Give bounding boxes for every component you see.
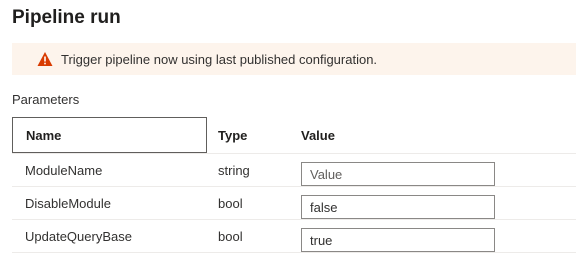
parameter-name: UpdateQueryBase [25, 228, 132, 244]
parameter-name: ModuleName [25, 162, 103, 178]
parameter-value-input[interactable] [301, 195, 495, 219]
parameter-type: bool [218, 195, 243, 211]
parameter-type: string [218, 162, 250, 178]
table-row: ModuleName string [12, 154, 576, 187]
pipeline-run-panel: Pipeline run Trigger pipeline now using … [0, 0, 588, 273]
warning-icon [37, 51, 53, 67]
table-row: DisableModule bool [12, 187, 576, 220]
page-title: Pipeline run [12, 7, 121, 28]
parameter-value-input[interactable] [301, 228, 495, 252]
table-header-row: Name Type Value [12, 117, 576, 154]
parameter-name: DisableModule [25, 195, 111, 211]
parameter-type: bool [218, 228, 243, 244]
warning-banner-text: Trigger pipeline now using last publishe… [61, 51, 378, 67]
column-header-type[interactable]: Type [218, 117, 247, 153]
column-header-value[interactable]: Value [301, 117, 335, 153]
parameters-label: Parameters [12, 92, 80, 107]
column-header-name[interactable]: Name [12, 117, 207, 153]
warning-banner: Trigger pipeline now using last publishe… [12, 43, 576, 75]
table-row: UpdateQueryBase bool [12, 220, 576, 253]
parameters-table: Name Type Value ModuleName string Disabl… [12, 117, 576, 253]
parameter-value-input[interactable] [301, 162, 495, 186]
